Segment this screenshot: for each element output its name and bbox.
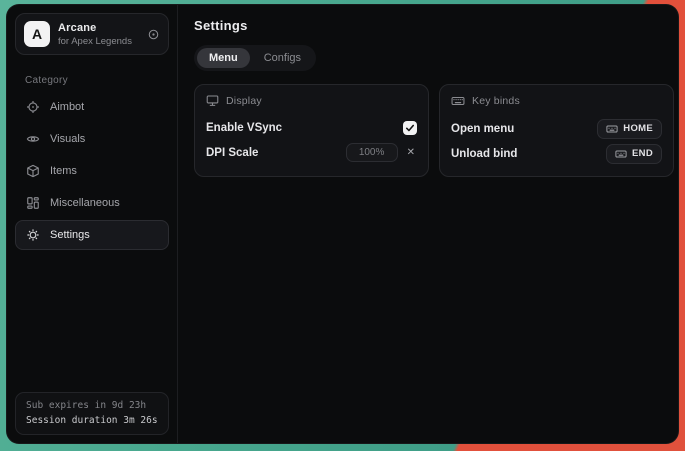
keyboard-icon [451, 94, 465, 108]
gear-icon [26, 228, 40, 242]
tab-menu[interactable]: Menu [197, 48, 250, 68]
sidebar-item-settings[interactable]: Settings [15, 220, 169, 250]
session-duration-text: Session duration 3m 26s [26, 415, 158, 426]
settings-cards: Display Enable VSync DPI Scale 100% ✕ [194, 84, 674, 177]
keyboard-icon [615, 148, 627, 160]
layout-grid-icon [26, 196, 40, 210]
sidebar-item-label: Settings [50, 229, 90, 241]
crosshair-icon [26, 100, 40, 114]
sidebar-item-miscellaneous[interactable]: Miscellaneous [15, 188, 169, 218]
sidebar-nav: Aimbot Visuals Items [7, 88, 177, 254]
brand-name: Arcane [58, 22, 139, 34]
unload-keybind[interactable]: END [606, 144, 662, 164]
keybinds-card-header: Key binds [451, 94, 662, 108]
tab-configs[interactable]: Configs [252, 48, 313, 68]
category-label: Category [25, 75, 177, 86]
open-menu-label: Open menu [451, 123, 514, 135]
tab-bar: Menu Configs [194, 45, 316, 71]
keybind-value: HOME [623, 123, 653, 134]
eye-icon [26, 132, 40, 146]
vsync-checkbox[interactable] [403, 121, 417, 135]
subscription-card: Sub expires in 9d 23h Session duration 3… [15, 392, 169, 435]
unload-bind-row: Unload bind END [451, 142, 662, 165]
sidebar-item-label: Visuals [50, 133, 85, 145]
box-icon [26, 164, 40, 178]
page-title: Settings [194, 18, 674, 33]
sidebar-item-items[interactable]: Items [15, 156, 169, 186]
sidebar-item-label: Aimbot [50, 101, 84, 113]
sidebar-item-label: Miscellaneous [50, 197, 120, 209]
sidebar-item-aimbot[interactable]: Aimbot [15, 92, 169, 122]
sidebar-item-label: Items [50, 165, 77, 177]
main-content: Settings Menu Configs Display E [178, 5, 679, 443]
target-icon[interactable] [147, 28, 160, 41]
dpi-label: DPI Scale [206, 147, 258, 159]
dpi-row: DPI Scale 100% ✕ [206, 141, 417, 164]
monitor-icon [206, 94, 219, 107]
keybind-value: END [632, 148, 653, 159]
app-window: A Arcane for Apex Legends Category [6, 4, 679, 444]
brand-subtitle: for Apex Legends [58, 36, 139, 47]
keybinds-card-title: Key binds [472, 95, 520, 107]
sidebar-spacer [7, 254, 177, 384]
open-menu-row: Open menu HOME [451, 117, 662, 140]
brand-text: Arcane for Apex Legends [58, 22, 139, 47]
sub-expires-text: Sub expires in 9d 23h [26, 400, 158, 411]
display-card-title: Display [226, 95, 262, 107]
brand-logo: A [24, 21, 50, 47]
clear-icon[interactable]: ✕ [405, 146, 417, 160]
vsync-row: Enable VSync [206, 116, 417, 139]
keybinds-card: Key binds Open menu HOME [439, 84, 674, 177]
dpi-control: 100% ✕ [346, 143, 417, 162]
sidebar-item-visuals[interactable]: Visuals [15, 124, 169, 154]
dpi-scale-input[interactable]: 100% [346, 143, 398, 162]
sidebar: A Arcane for Apex Legends Category [7, 5, 178, 443]
brand-card[interactable]: A Arcane for Apex Legends [15, 13, 169, 55]
display-card-header: Display [206, 94, 417, 107]
keyboard-icon [606, 123, 618, 135]
display-card: Display Enable VSync DPI Scale 100% ✕ [194, 84, 429, 177]
vsync-label: Enable VSync [206, 122, 282, 134]
unload-bind-label: Unload bind [451, 148, 517, 160]
open-menu-keybind[interactable]: HOME [597, 119, 662, 139]
